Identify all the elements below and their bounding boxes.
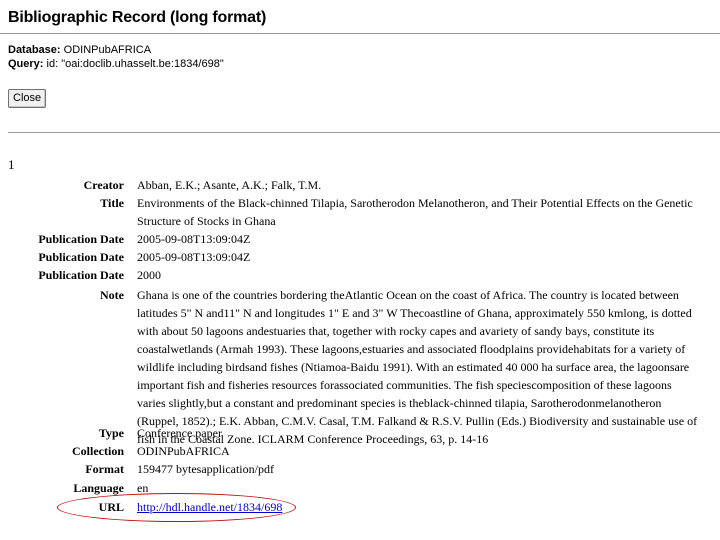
top-divider xyxy=(0,33,720,34)
field-label: Publication Date xyxy=(38,250,124,264)
field-value: 159477 bytesapplication/pdf xyxy=(137,462,274,476)
highlight-oval xyxy=(57,493,296,522)
query-value: id: "oai:doclib.uhasselt.be:1834/698" xyxy=(46,58,224,70)
database-label: Database: xyxy=(8,44,61,56)
page-title: Bibliographic Record (long format) xyxy=(8,9,267,26)
field-label: Language xyxy=(73,481,124,495)
field-value: ODINPubAFRICA xyxy=(137,444,230,458)
field-label: Type xyxy=(98,426,124,440)
database-line: Database: ODINPubAFRICA xyxy=(8,44,151,56)
field-value: Conference paper xyxy=(137,426,222,440)
database-value: ODINPubAFRICA xyxy=(63,44,152,56)
field-label: Title xyxy=(100,196,124,210)
field-value: Abban, E.K.; Asante, A.K.; Falk, T.M. xyxy=(137,178,322,192)
query-label: Query: xyxy=(8,58,44,70)
field-label: Publication Date xyxy=(38,232,124,246)
field-label: Note xyxy=(100,288,124,302)
field-value: 2005-09-08T13:09:04Z xyxy=(137,250,251,264)
field-value: 2005-09-08T13:09:04Z xyxy=(137,232,251,246)
field-label: Creator xyxy=(83,178,124,192)
close-button[interactable]: Close xyxy=(8,89,47,108)
query-line: Query: id: "oai:doclib.uhasselt.be:1834/… xyxy=(8,58,224,70)
field-value: Environments of the Black-chinned Tilapi… xyxy=(137,196,693,228)
field-label: Publication Date xyxy=(38,268,124,282)
field-value: 2000 xyxy=(137,268,161,282)
field-label: Format xyxy=(85,462,124,476)
section-divider xyxy=(8,132,720,133)
field-label: Collection xyxy=(72,444,124,458)
record-number: 1 xyxy=(8,157,15,172)
